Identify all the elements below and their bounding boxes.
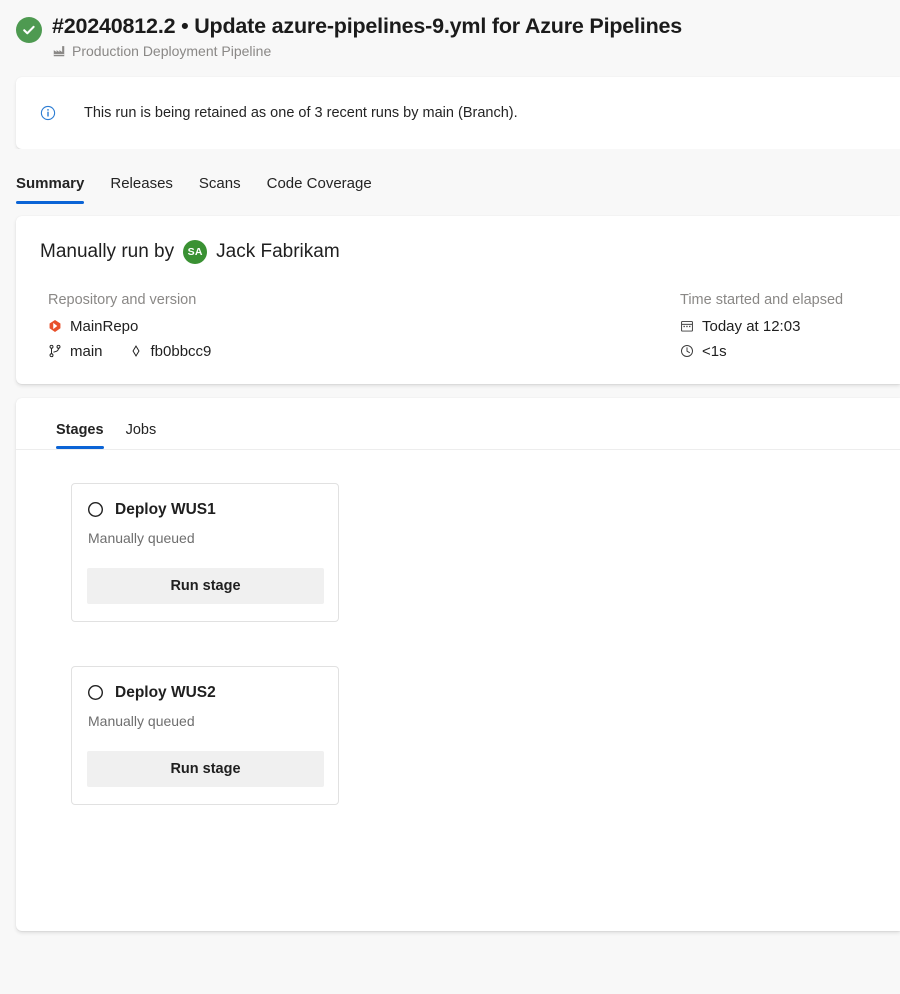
run-stage-button[interactable]: Run stage — [87, 567, 324, 604]
run-by-prefix: Manually run by — [40, 240, 175, 262]
time-started: Today at 12:03 — [680, 318, 876, 335]
time-elapsed-value: <1s — [702, 342, 727, 360]
pipeline-name: Production Deployment Pipeline — [72, 42, 272, 59]
tab-summary[interactable]: Summary — [16, 175, 85, 204]
stage-name: Deploy WUS2 — [115, 683, 216, 701]
calendar-icon — [681, 321, 693, 332]
page-title: #20240812.2 • Update azure-pipelines-9.y… — [52, 14, 683, 38]
time-label: Time started and elapsed — [680, 291, 844, 308]
branch-icon — [49, 345, 61, 358]
pipeline-breadcrumb[interactable]: Production Deployment Pipeline — [52, 43, 682, 59]
banner-message: This run is being retained as one of 3 r… — [84, 104, 518, 121]
summary-card: Manually run by SA Jack Fabrikam Reposit… — [16, 215, 900, 384]
stage-card[interactable]: Deploy WUS2 Manually queued Run stage — [71, 665, 339, 805]
avatar[interactable]: SA — [183, 239, 208, 264]
branch-and-commit: main fb0bbcc9 — [48, 343, 680, 360]
repository-value[interactable]: MainRepo — [48, 318, 680, 335]
time-column: Time started and elapsed Today at 12:03 … — [680, 292, 876, 360]
azure-repos-git-icon — [49, 320, 61, 333]
stage-status-text: Manually queued — [88, 529, 195, 546]
stage-card[interactable]: Deploy WUS1 Manually queued Run stage — [71, 482, 339, 622]
branch-name: main — [70, 342, 103, 360]
user-name[interactable]: Jack Fabrikam — [216, 241, 340, 263]
stage-header: Deploy WUS1 — [87, 501, 324, 519]
info-circle-icon — [40, 105, 56, 120]
commit-icon — [131, 345, 140, 358]
stage-name: Deploy WUS1 — [115, 500, 216, 518]
stage-list: Deploy WUS1 Manually queued Run stage De… — [16, 450, 900, 805]
repository-name: MainRepo — [70, 317, 139, 335]
run-details: Repository and version MainRepo main fb0… — [40, 292, 876, 360]
branch-value[interactable]: main — [48, 343, 103, 360]
tab-jobs[interactable]: Jobs — [126, 422, 157, 449]
time-started-value: Today at 12:03 — [702, 317, 801, 335]
run-by-row: Manually run by SA Jack Fabrikam — [40, 239, 876, 264]
check-circle-icon — [16, 17, 42, 43]
commit-value[interactable]: fb0bbcc9 — [129, 342, 212, 360]
tab-code-coverage[interactable]: Code Coverage — [267, 175, 372, 204]
retention-info-banner: This run is being retained as one of 3 r… — [16, 76, 900, 149]
stages-card: Stages Jobs Deploy WUS1 Manually queued … — [16, 397, 900, 931]
time-elapsed: <1s — [680, 343, 876, 360]
main-tabs: Summary Releases Scans Code Coverage — [0, 148, 900, 204]
stage-header: Deploy WUS2 — [87, 684, 324, 702]
repository-column: Repository and version MainRepo main fb0… — [40, 292, 680, 360]
stage-status-text: Manually queued — [88, 712, 195, 729]
stage-tabs: Stages Jobs — [16, 398, 900, 449]
tab-scans[interactable]: Scans — [199, 175, 241, 204]
pipeline-factory-icon — [53, 45, 65, 57]
empty-circle-icon — [87, 502, 104, 518]
tab-releases[interactable]: Releases — [110, 175, 173, 204]
commit-hash: fb0bbcc9 — [150, 342, 212, 360]
header-row: #20240812.2 • Update azure-pipelines-9.y… — [16, 14, 900, 59]
tab-stages[interactable]: Stages — [56, 422, 104, 449]
run-stage-button[interactable]: Run stage — [87, 750, 324, 787]
header-text: #20240812.2 • Update azure-pipelines-9.y… — [52, 14, 682, 59]
empty-circle-icon — [87, 685, 104, 701]
page-header: #20240812.2 • Update azure-pipelines-9.y… — [0, 0, 900, 73]
clock-icon — [681, 345, 693, 358]
repository-label: Repository and version — [48, 291, 197, 308]
